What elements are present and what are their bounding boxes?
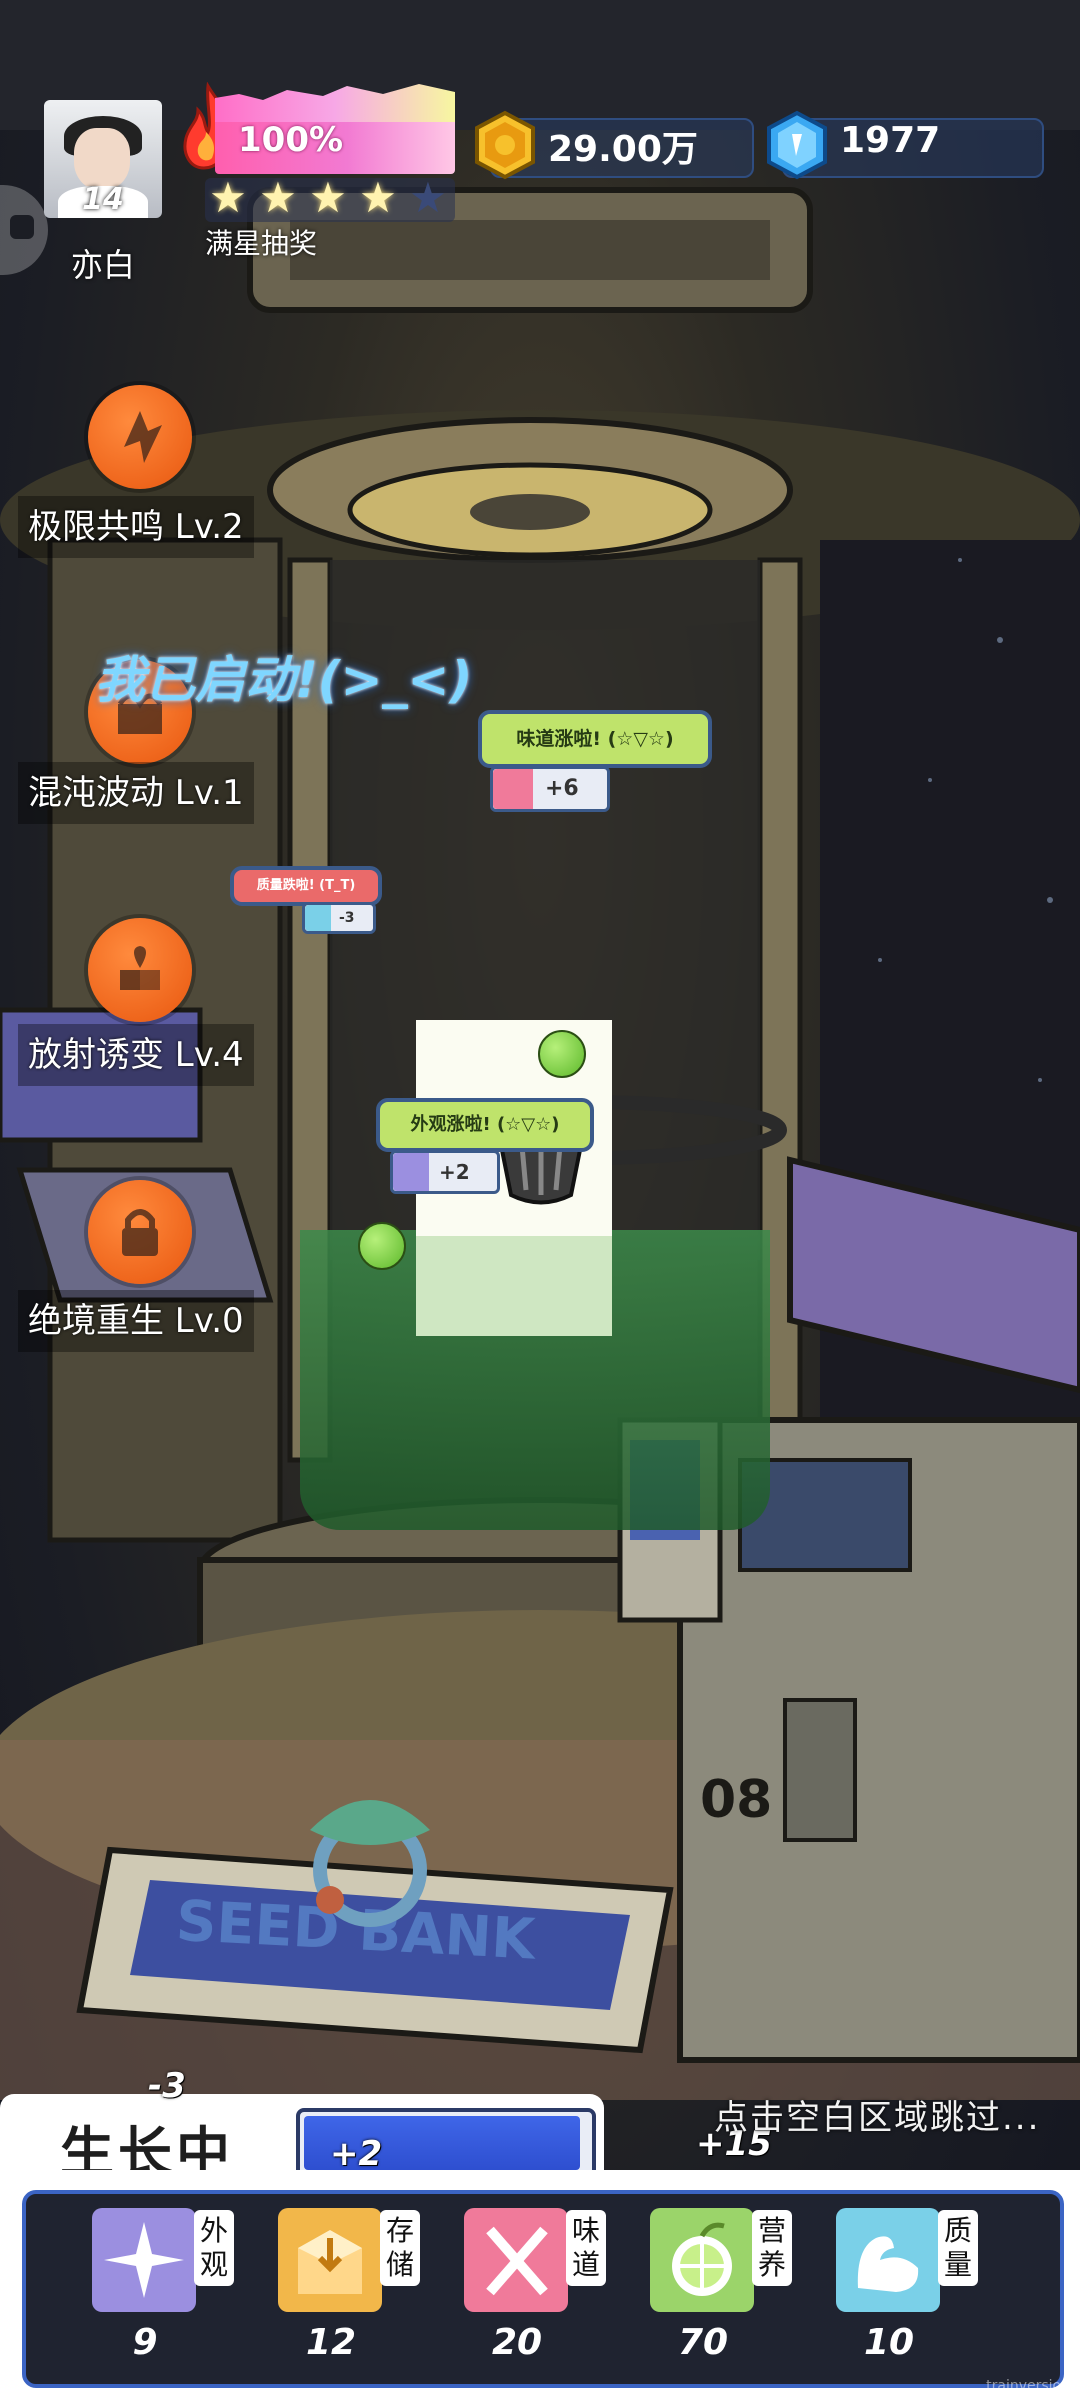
- stat-tag: 味道: [566, 2210, 606, 2286]
- mutation-icon: [120, 946, 160, 990]
- full-star-lottery-button[interactable]: 满星抽奖: [205, 222, 317, 262]
- appearance-delta-chip: +2: [390, 1150, 500, 1194]
- mutation-skill-button[interactable]: [88, 918, 192, 1022]
- seed-ball: [358, 1222, 406, 1270]
- stat-tag: 质量: [938, 2210, 978, 2286]
- stat-quality[interactable]: 质量 10: [824, 2206, 994, 2366]
- skill-label: 放射诱变 Lv.4: [18, 1024, 254, 1086]
- lock-icon: [122, 1209, 158, 1256]
- stat-nutrition[interactable]: 营养 70: [638, 2206, 808, 2366]
- star-icon: ★: [359, 173, 397, 222]
- stat-value: 20: [491, 2322, 543, 2363]
- stat-value: 70: [677, 2322, 729, 2363]
- skill-label: 混沌波动 Lv.1: [18, 762, 254, 824]
- stat-tag: 存储: [380, 2210, 420, 2286]
- float-delta: -3: [148, 2066, 186, 2106]
- gold-coin-icon: [475, 110, 535, 180]
- utensils-icon: [464, 2208, 568, 2312]
- activation-banner: 我已启动!(>_<): [95, 651, 473, 709]
- player-level: 14: [82, 182, 124, 217]
- stat-tag: 外观: [194, 2210, 234, 2286]
- stat-value: 12: [305, 2322, 357, 2363]
- skill-label: 绝境重生 Lv.0: [18, 1290, 254, 1352]
- quality-down-bubble: 质量跌啦! (T_T): [230, 866, 382, 906]
- star-icon: ★: [209, 173, 247, 222]
- resonance-icon: [124, 411, 162, 463]
- star-empty-icon: ★: [409, 173, 447, 222]
- muscle-icon: [836, 2208, 940, 2312]
- float-delta: +2: [330, 2134, 383, 2174]
- stat-tag: 营养: [752, 2210, 792, 2286]
- stat-value: 10: [863, 2322, 915, 2363]
- seed-ball: [538, 1030, 586, 1078]
- taste-delta-chip: +6: [490, 766, 610, 812]
- box-icon: [278, 2208, 382, 2312]
- watermark: trainversion: [986, 2378, 1070, 2394]
- blue-gem-icon: [767, 110, 827, 180]
- stat-value: 9: [132, 2322, 158, 2363]
- quality-delta-chip: -3: [302, 902, 376, 934]
- appearance-up-bubble: 外观涨啦! (☆▽☆): [376, 1098, 594, 1152]
- coin-amount: 29.00万: [548, 129, 698, 170]
- skip-hint[interactable]: 点击空白区域跳过...: [714, 2090, 1040, 2139]
- skill-label: 极限共鸣 Lv.2: [18, 496, 254, 558]
- stat-appearance[interactable]: 外观 9: [80, 2206, 250, 2366]
- machine-number: 08: [700, 1770, 773, 1830]
- star-icon: ★: [259, 173, 297, 222]
- citrus-icon: [650, 2208, 754, 2312]
- game-screen[interactable]: SEED BANK 14 亦白 100% ★ ★ ★ ★ ★ 满星抽奖 29.0…: [0, 0, 1080, 2400]
- energy-percent: 100%: [238, 120, 344, 160]
- star-icon: ★: [309, 173, 347, 222]
- stat-storage[interactable]: 存储 12: [266, 2206, 436, 2366]
- gem-amount: 1977: [840, 120, 941, 161]
- taste-up-bubble: 味道涨啦! (☆▽☆): [478, 710, 712, 768]
- sparkle-icon: [92, 2208, 196, 2312]
- player-name: 亦白: [70, 246, 135, 284]
- rebirth-skill-button[interactable]: [88, 1180, 192, 1284]
- stat-taste[interactable]: 味道 20: [452, 2206, 622, 2366]
- resonance-skill-button[interactable]: [88, 385, 192, 489]
